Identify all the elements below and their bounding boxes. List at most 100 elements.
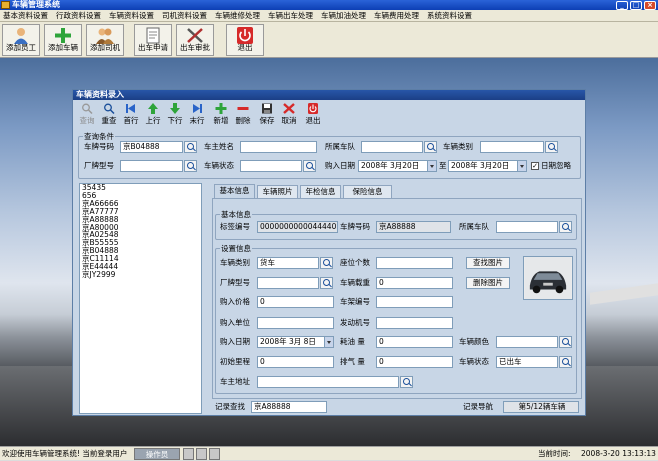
- label-number-field[interactable]: 00000000000444407: [257, 221, 338, 233]
- tab-vehicle-photo[interactable]: 车辆照片: [257, 185, 298, 198]
- add-employee-button[interactable]: 添加员工: [2, 24, 40, 56]
- vehicle-color-search-icon[interactable]: [559, 336, 572, 348]
- plate-list[interactable]: 35435 656 京A66666 京A77777 京A88888 京A8000…: [79, 183, 202, 414]
- list-item[interactable]: 35435: [80, 184, 201, 192]
- team-input[interactable]: [496, 221, 558, 233]
- frame-number-input[interactable]: [376, 296, 453, 308]
- record-search-input[interactable]: 京A88888: [251, 401, 327, 413]
- owner-address-search-icon[interactable]: [400, 376, 413, 388]
- engine-number-input[interactable]: [376, 317, 453, 329]
- previous-row-icon: [148, 103, 158, 114]
- setup-info-legend: 设置信息: [220, 243, 252, 254]
- query-type-search-icon[interactable]: [545, 141, 558, 153]
- vehicle-status-input[interactable]: 已出车: [496, 356, 558, 368]
- owner-address-input[interactable]: [257, 376, 399, 388]
- query-owner-label: 车主姓名: [204, 142, 234, 151]
- query-type-label: 车辆类别: [443, 142, 473, 151]
- tab-insurance-info[interactable]: 保险信息: [343, 185, 392, 198]
- purchase-date-value: 2008年 3月 8日: [260, 337, 316, 346]
- model-search-icon[interactable]: [320, 277, 333, 289]
- query-conditions-legend: 查询条件: [83, 131, 115, 142]
- close-button[interactable]: ×: [644, 1, 656, 10]
- load-label: 车辆载重: [340, 278, 370, 287]
- chevron-down-icon[interactable]: [517, 161, 526, 171]
- dispatch-approve-label: 出车审批: [180, 43, 210, 52]
- remove-photo-button[interactable]: 删除图片: [466, 277, 510, 289]
- save-icon: [262, 103, 272, 114]
- query-date-from[interactable]: 2008年 3月20日: [358, 160, 437, 172]
- load-input[interactable]: 0: [376, 277, 453, 289]
- plate-number-field[interactable]: 京A88888: [376, 221, 451, 233]
- seats-input[interactable]: [376, 257, 453, 269]
- cancel-button[interactable]: 取消: [278, 102, 300, 125]
- tab-basic-info[interactable]: 基本信息: [214, 184, 255, 198]
- displacement-input[interactable]: 0: [376, 356, 453, 368]
- first-row-icon: [126, 104, 135, 113]
- dialog-titlebar: 车辆资料录入: [73, 90, 585, 100]
- menu-expense[interactable]: 车辆费用处理: [374, 11, 419, 21]
- query-date-to[interactable]: 2008年 3月20日: [448, 160, 527, 172]
- team-search-icon[interactable]: [559, 221, 572, 233]
- menu-vehicle-settings[interactable]: 车辆资料设置: [109, 11, 154, 21]
- model-input[interactable]: [257, 277, 319, 289]
- find-photo-button[interactable]: 查找图片: [466, 257, 510, 269]
- time-label: 当前时间:: [538, 449, 571, 458]
- status-panel: [196, 448, 207, 460]
- initial-mileage-input[interactable]: 0: [257, 356, 334, 368]
- menu-system-settings[interactable]: 系统资料设置: [427, 11, 472, 21]
- query-status-search-icon[interactable]: [303, 160, 316, 172]
- restore-button[interactable]: □: [630, 1, 642, 10]
- menu-basic-settings[interactable]: 基本资料设置: [3, 11, 48, 21]
- last-row-button[interactable]: 末行: [186, 102, 208, 125]
- vehicle-entry-dialog: 车辆资料录入 查询 重查 首行 上行 下行 末行 新增 删除 保存 取消 退出 …: [72, 89, 586, 416]
- add-vehicle-button[interactable]: 添加车辆: [44, 24, 82, 56]
- chevron-down-icon[interactable]: [324, 337, 333, 347]
- delete-record-button[interactable]: 删除: [232, 102, 254, 125]
- query-model-input[interactable]: [120, 160, 183, 172]
- purchase-unit-input[interactable]: [257, 317, 334, 329]
- vehicle-type-search-icon[interactable]: [320, 257, 333, 269]
- purchase-unit-label: 购入单位: [220, 318, 250, 327]
- chevron-down-icon[interactable]: [427, 161, 436, 171]
- menu-bar: 基本资料设置 行政资料设置 车辆资料设置 司机资料设置 车辆维修处理 车辆出车处…: [0, 10, 658, 22]
- date-ignore-checkbox[interactable]: ✓: [531, 162, 539, 170]
- minimize-button[interactable]: _: [616, 1, 628, 10]
- query-team-input[interactable]: [361, 141, 423, 153]
- price-input[interactable]: 0: [257, 296, 334, 308]
- dispatch-request-button[interactable]: 出车申请: [134, 24, 172, 56]
- tab-inspection-info[interactable]: 年检信息: [300, 185, 341, 198]
- vehicle-color-input[interactable]: [496, 336, 558, 348]
- time-value: 2008-3-20 13:13:13: [581, 449, 656, 458]
- requery-icon: [104, 103, 115, 114]
- query-plate-input[interactable]: 京B04888: [120, 141, 183, 153]
- record-nav-display: 第5/12辆车辆: [503, 401, 579, 413]
- query-owner-input[interactable]: [240, 141, 317, 153]
- query-model-search-icon[interactable]: [184, 160, 197, 172]
- menu-dispatch[interactable]: 车辆出车处理: [268, 11, 313, 21]
- menu-refuel[interactable]: 车辆加油处理: [321, 11, 366, 21]
- purchase-date-picker[interactable]: 2008年 3月 8日: [257, 336, 334, 348]
- menu-repair[interactable]: 车辆维修处理: [215, 11, 260, 21]
- fuel-consumption-input[interactable]: 0: [376, 336, 453, 348]
- add-employee-label: 添加员工: [6, 43, 36, 52]
- query-status-input[interactable]: [240, 160, 302, 172]
- dialog-exit-button[interactable]: 退出: [302, 102, 324, 125]
- menu-driver-settings[interactable]: 司机资料设置: [162, 11, 207, 21]
- query-type-input[interactable]: [480, 141, 544, 153]
- menu-admin-settings[interactable]: 行政资料设置: [56, 11, 101, 21]
- engine-number-label: 发动机号: [340, 318, 370, 327]
- vehicle-type-input[interactable]: 货车: [257, 257, 319, 269]
- vehicle-status-search-icon[interactable]: [559, 356, 572, 368]
- owner-address-label: 车主地址: [220, 377, 250, 386]
- team-label: 所属车队: [459, 222, 489, 231]
- model-label: 厂牌型号: [220, 278, 250, 287]
- dispatch-approve-button[interactable]: 出车审批: [176, 24, 214, 56]
- add-driver-button[interactable]: 添加司机: [86, 24, 124, 56]
- query-plate-search-icon[interactable]: [184, 141, 197, 153]
- initial-mileage-label: 初始里程: [220, 357, 250, 366]
- list-item[interactable]: 京JY2999: [80, 271, 201, 279]
- date-ignore-label: 日期忽略: [541, 161, 571, 170]
- query-team-search-icon[interactable]: [424, 141, 437, 153]
- exit-button[interactable]: 退出: [226, 24, 264, 56]
- query-plate-label: 车牌号码: [84, 142, 114, 151]
